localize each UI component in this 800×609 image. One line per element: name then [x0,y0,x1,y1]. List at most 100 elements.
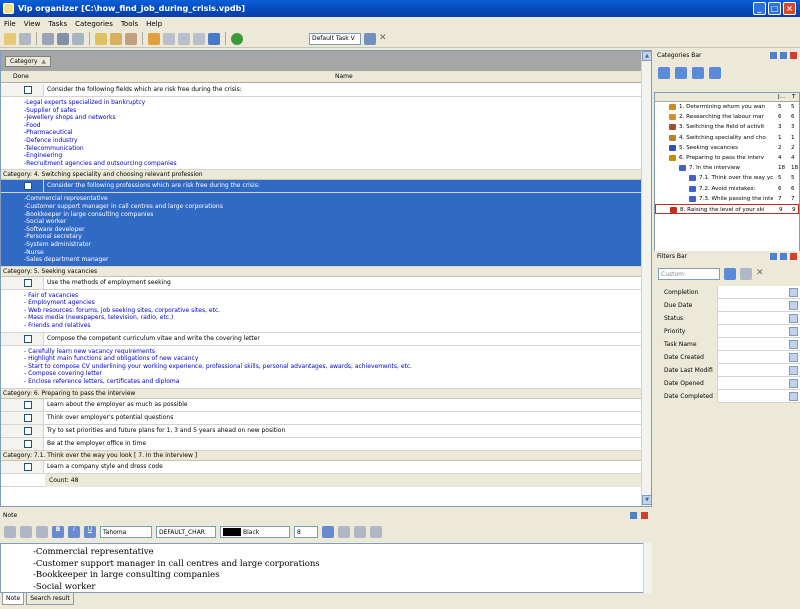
category-group-row[interactable]: Category: 7.1. Think over the way you lo… [1,450,641,461]
task-done-checkbox[interactable] [24,334,32,343]
category-group-row[interactable]: Category: 5. Seeking vacancies [1,266,641,277]
copy-icon[interactable] [20,526,32,538]
task-done-checkbox[interactable] [24,462,32,471]
filter-row-status[interactable]: Status [654,312,800,325]
sync-icon[interactable] [231,32,243,45]
filter-row-date-opened[interactable]: Date Opened [654,377,800,390]
task-done-checkbox[interactable] [24,182,32,191]
task-row[interactable]: Use the methods of employment seeking [1,276,641,290]
filter-dropdown-icon[interactable] [789,301,798,310]
calendar-icon[interactable] [208,32,220,45]
close-button[interactable]: × [783,2,796,15]
category-tree-item[interactable]: 3. Switching the field of activit 3 3 [655,122,799,132]
align-center-icon[interactable] [338,526,350,538]
color-select[interactable]: Black [220,526,290,538]
scroll-up-button[interactable]: ▲ [642,51,652,61]
italic-icon[interactable]: I [68,526,80,538]
menu-item-view[interactable]: View [24,20,41,28]
menu-item-help[interactable]: Help [146,20,162,28]
category-tree-item[interactable]: 7.2. Avoid mistakes: 6 6 [655,184,799,194]
category-tree-item[interactable]: 7.1. Think over the way yc 5 5 [655,173,799,183]
filter-dropdown-icon[interactable] [789,327,798,336]
filter-dropdown-icon[interactable] [789,379,798,388]
add-category-icon[interactable] [658,67,670,79]
tab-search-result[interactable]: Search result [26,593,74,605]
paste-icon[interactable] [36,526,48,538]
category-group-row[interactable]: Category: 4. Switching speciality and ch… [1,170,641,181]
filter-dropdown-icon[interactable] [789,288,798,297]
indent-icon[interactable] [163,32,175,45]
bullets-icon[interactable] [370,526,382,538]
bold-icon[interactable]: B [52,526,64,538]
remove-view-icon[interactable]: ✕ [379,33,391,45]
edit-category-icon[interactable] [692,67,704,79]
task-row[interactable]: Think over employer's potential question… [1,411,641,425]
apply-filter-icon[interactable] [724,268,736,280]
pane-menu-icon[interactable] [770,52,777,59]
group-chip-category[interactable]: Category ▲ [5,56,52,67]
pin-icon[interactable] [780,52,787,59]
task-done-checkbox[interactable] [24,426,32,435]
print-preview-icon[interactable] [72,32,84,45]
category-tree-item[interactable]: 6. Preparing to pass the interv 4 4 [655,153,799,163]
note-scrollbar[interactable] [643,543,652,593]
task-row[interactable]: Compose the competent curriculum vitae a… [1,332,641,346]
filter-row-date-created[interactable]: Date Created [654,351,800,364]
filter-preset-select[interactable]: Custom [658,268,720,280]
menu-item-file[interactable]: File [4,20,16,28]
filter-dropdown-icon[interactable] [789,353,798,362]
task-row[interactable]: Try to set priorities and future plans f… [1,424,641,438]
grid-scrollbar[interactable]: ▲ ▼ [641,51,652,506]
category-tree-item[interactable]: 2. Researching the labour mar 6 6 [655,112,799,122]
task-done-checkbox[interactable] [24,439,32,448]
move-icon[interactable] [148,32,160,45]
filter-dropdown-icon[interactable] [789,340,798,349]
close-pane-icon[interactable] [641,512,648,519]
new-task-icon[interactable] [95,32,107,45]
filter-dropdown-icon[interactable] [789,314,798,323]
maximize-button[interactable]: □ [768,2,781,15]
print-icon[interactable] [57,32,69,45]
charset-select[interactable]: DEFAULT_CHAR [156,526,216,538]
pin-icon[interactable] [780,253,787,260]
filter-row-completion[interactable]: Completion [654,286,800,299]
task-row[interactable]: Consider the following professions which… [1,180,641,194]
menu-item-tasks[interactable]: Tasks [48,20,67,28]
menu-item-categories[interactable]: Categories [75,20,113,28]
task-row[interactable]: Consider the following fields which are … [1,84,641,97]
menu-item-tools[interactable]: Tools [121,20,138,28]
task-done-checkbox[interactable] [24,413,32,422]
scroll-down-button[interactable]: ▼ [642,495,652,505]
column-t[interactable]: T [792,94,795,100]
filter-row-task-name[interactable]: Task Name [654,338,800,351]
tab-note[interactable]: Note [2,593,25,605]
filter-dropdown-icon[interactable] [789,366,798,375]
category-tree-item[interactable]: 1. Determining whom you wan 5 5 [655,102,799,112]
pane-menu-icon[interactable] [770,253,777,260]
add-subcategory-icon[interactable] [675,67,687,79]
task-done-checkbox[interactable] [24,278,32,287]
delete-task-icon[interactable] [125,32,137,45]
column-j[interactable]: J... [778,94,785,100]
open-icon[interactable] [19,32,31,45]
remove-filter-icon[interactable]: ✕ [756,268,768,280]
clear-filter-icon[interactable] [740,268,752,280]
close-pane-icon[interactable] [790,253,797,260]
task-done-checkbox[interactable] [24,86,32,94]
close-pane-icon[interactable] [790,52,797,59]
task-done-checkbox[interactable] [24,400,32,409]
font-select[interactable]: Tahoma [100,526,152,538]
filter-row-date-completed[interactable]: Date Completed [654,390,800,403]
filter-dropdown-icon[interactable] [789,392,798,401]
task-row[interactable]: Be at the employer office in time [1,437,641,451]
edit-task-icon[interactable] [110,32,122,45]
find-icon[interactable] [193,32,205,45]
delete-category-icon[interactable] [709,67,721,79]
task-row[interactable]: Learn about the employer as much as poss… [1,398,641,412]
filter-row-date-last-modifi[interactable]: Date Last Modifi [654,364,800,377]
pin-icon[interactable] [630,512,637,519]
filter-row-priority[interactable]: Priority [654,325,800,338]
underline-icon[interactable]: U [84,526,96,538]
size-select[interactable]: 8 [294,526,318,538]
category-tree-item[interactable]: 7. In the interview 18 18 [655,163,799,173]
